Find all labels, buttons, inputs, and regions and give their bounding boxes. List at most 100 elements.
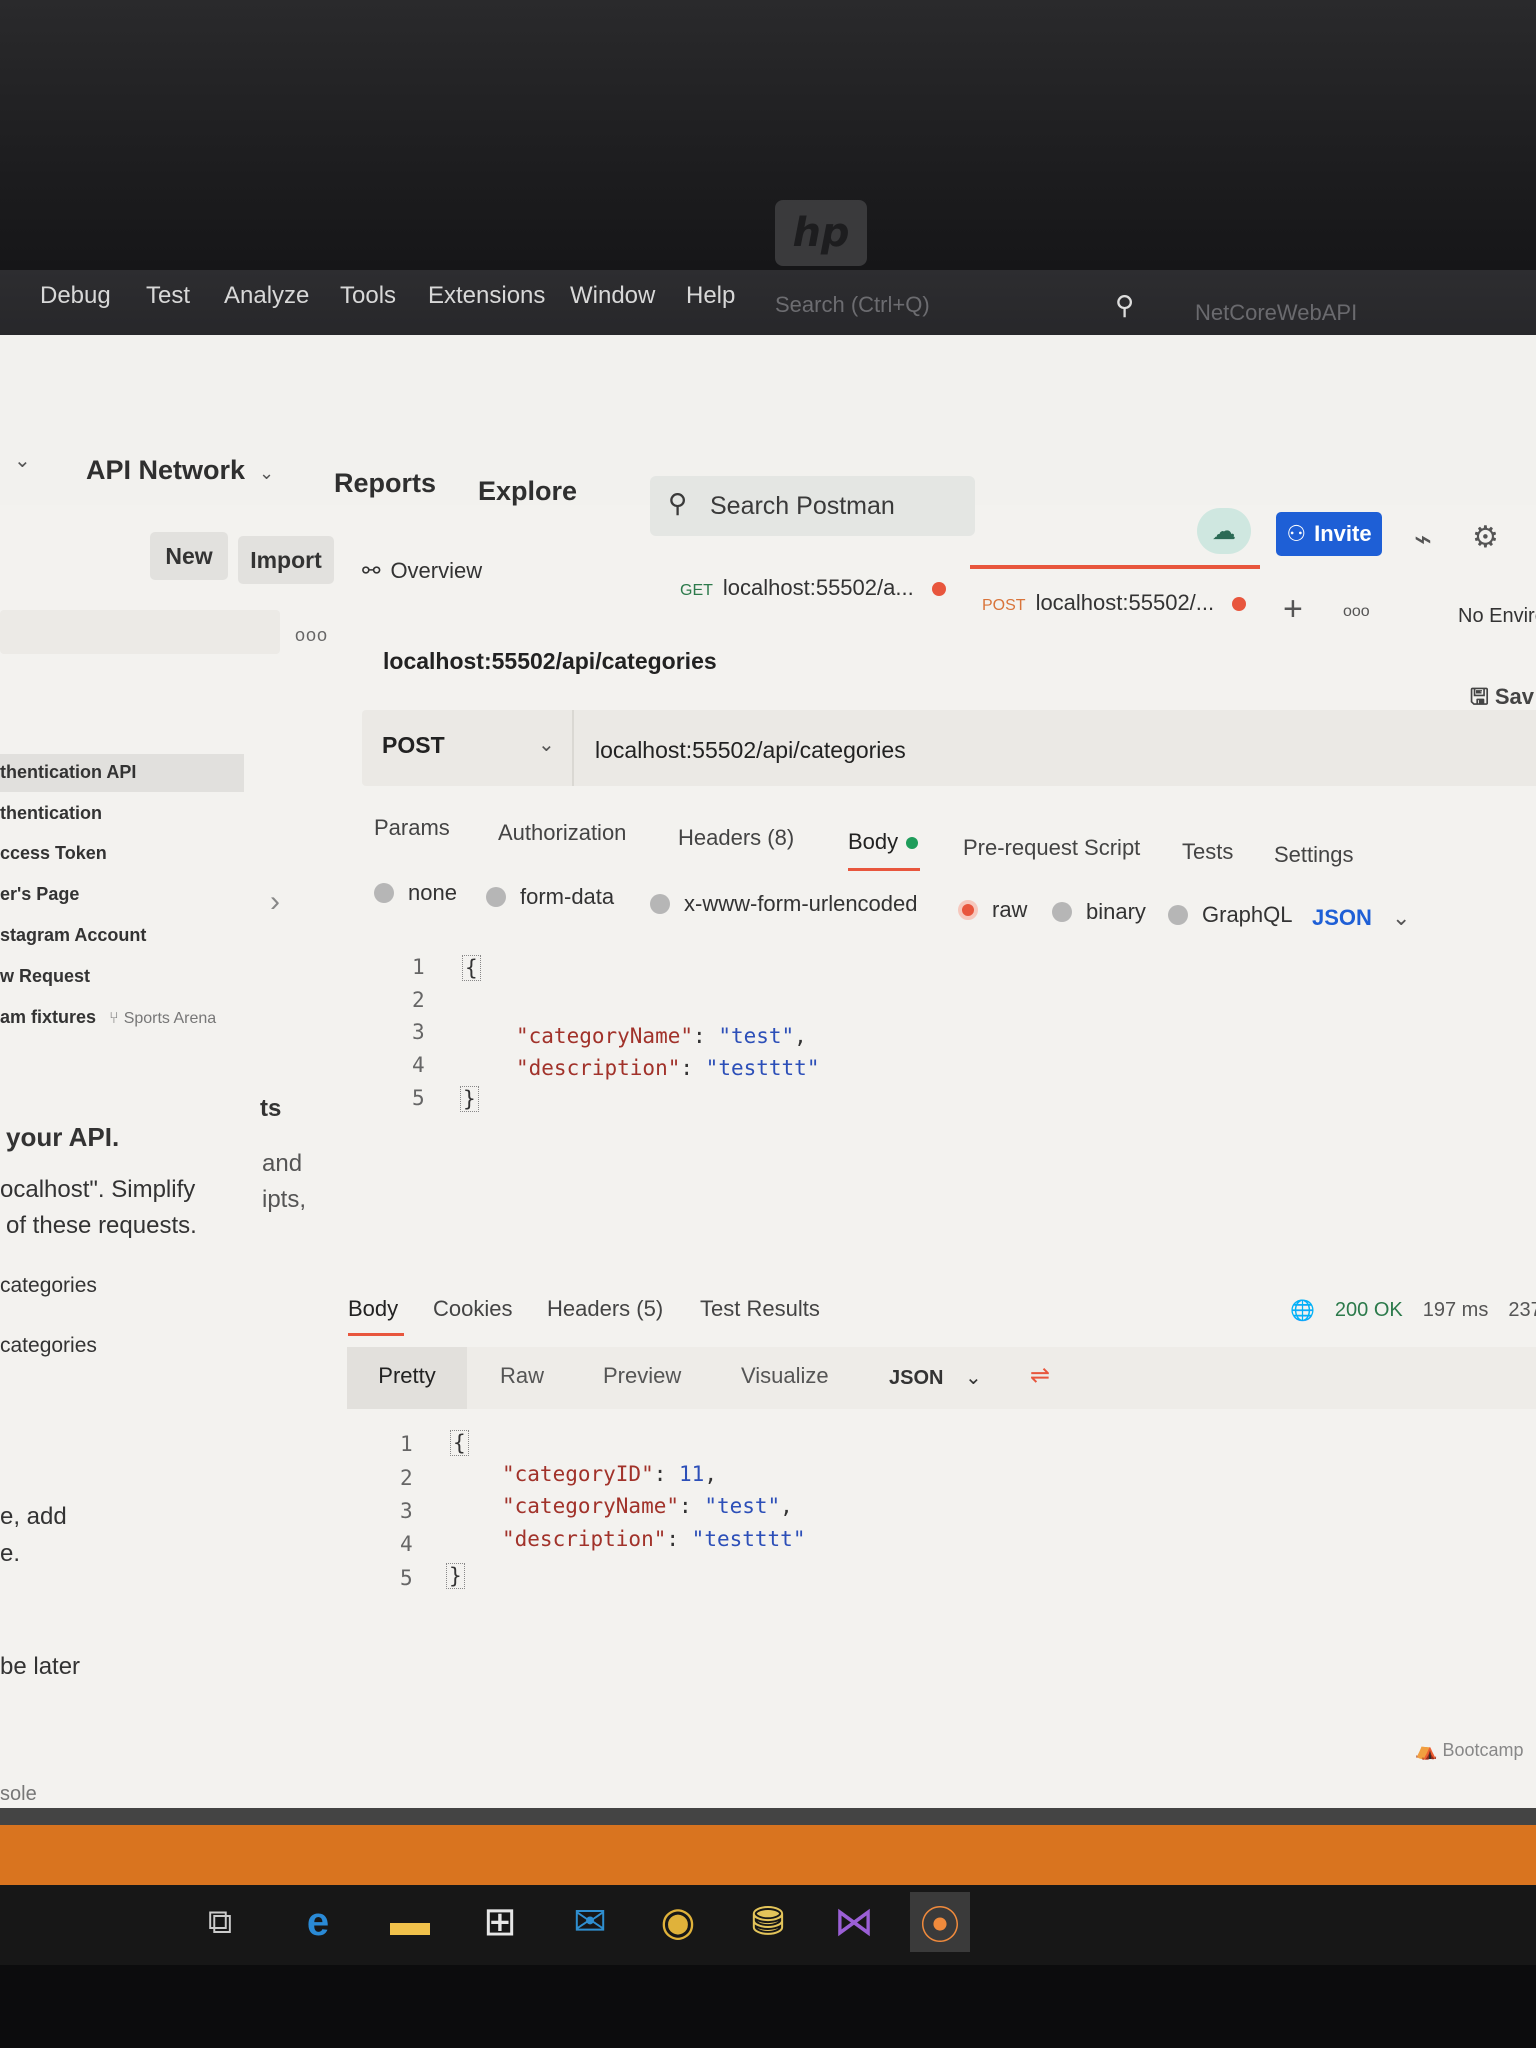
file-explorer-icon[interactable]: ▬ xyxy=(380,1892,440,1952)
sidebar-filter-input[interactable] xyxy=(0,610,280,654)
radio-icon xyxy=(486,887,506,907)
method-select[interactable]: POST xyxy=(382,732,445,759)
mail-icon[interactable]: ✉ xyxy=(560,1892,620,1952)
chevron-down-icon[interactable]: ⌄ xyxy=(538,732,555,757)
vs-search-input[interactable]: Search (Ctrl+Q) xyxy=(775,292,930,318)
chrome-icon[interactable]: ◉ xyxy=(648,1892,708,1952)
tab-pre-request-script[interactable]: Pre-request Script xyxy=(963,835,1140,861)
search-placeholder: Search Postman xyxy=(710,491,895,520)
save-label: Sav xyxy=(1494,684,1535,709)
invite-button[interactable]: ⚇ Invite xyxy=(1276,512,1382,556)
tab-settings[interactable]: Settings xyxy=(1274,842,1354,868)
fork-icon: ⑂ xyxy=(109,1010,119,1027)
environment-select[interactable]: No Enviro xyxy=(1458,605,1536,628)
globe-icon[interactable]: 🌐 xyxy=(1290,1298,1315,1323)
unsaved-dot xyxy=(931,582,946,597)
menu-help[interactable]: Help xyxy=(686,282,735,310)
task-view-icon[interactable]: ⧉ xyxy=(190,1892,250,1952)
bootcamp-icon: ⛺ xyxy=(1415,1740,1438,1760)
tab-overview[interactable]: ⚯ Overview xyxy=(362,558,482,584)
format-visualize[interactable]: Visualize xyxy=(741,1363,829,1389)
console-button[interactable]: sole xyxy=(0,1783,37,1806)
response-size[interactable]: 237 xyxy=(1508,1299,1536,1322)
wrap-lines-icon[interactable]: ⇌ xyxy=(1030,1361,1050,1390)
status-code[interactable]: 200 OK xyxy=(1335,1299,1403,1322)
tab-body[interactable]: Body xyxy=(848,829,919,855)
menu-tools[interactable]: Tools xyxy=(340,282,396,310)
response-tab-body[interactable]: Body xyxy=(348,1296,398,1322)
sidebar-item[interactable]: w Request xyxy=(0,966,90,987)
status-dot xyxy=(906,837,919,850)
more-options-icon[interactable]: ooo xyxy=(295,625,328,646)
postman-icon[interactable]: ⦿ xyxy=(910,1892,970,1952)
sidebar-item-fixtures[interactable]: am fixtures ⑂ Sports Arena xyxy=(0,1007,216,1028)
body-type-graphql[interactable]: GraphQL xyxy=(1168,902,1293,928)
json-key: "categoryName" xyxy=(516,1024,694,1048)
satellite-icon[interactable]: ⌁ xyxy=(1414,522,1432,557)
sidebar-item[interactable]: stagram Account xyxy=(0,925,146,946)
format-raw[interactable]: Raw xyxy=(500,1363,544,1389)
cloud-sync-icon[interactable]: ☁ xyxy=(1197,508,1251,554)
json-value: "test" xyxy=(704,1494,781,1518)
body-format-select[interactable]: JSON ⌄ xyxy=(1312,905,1410,931)
visual-studio-icon[interactable]: ⋈ xyxy=(824,1892,884,1952)
radio-label: none xyxy=(408,880,457,905)
menu-analyze[interactable]: Analyze xyxy=(224,282,309,310)
body-type-form-data[interactable]: form-data xyxy=(486,884,614,910)
code-line: "description": "testttt" xyxy=(502,1527,806,1551)
json-key: "categoryName" xyxy=(502,1494,680,1518)
tab-tests[interactable]: Tests xyxy=(1182,839,1233,865)
format-pretty[interactable]: Pretty xyxy=(347,1347,467,1409)
menu-debug[interactable]: Debug xyxy=(40,282,111,310)
menu-extensions[interactable]: Extensions xyxy=(428,282,545,310)
url-input[interactable]: localhost:55502/api/categories xyxy=(595,737,906,764)
chevron-down-icon[interactable]: ⌄ xyxy=(14,448,31,473)
body-type-none[interactable]: none xyxy=(374,880,457,906)
sql-server-icon[interactable]: ⛃ xyxy=(738,1892,798,1952)
response-format-select[interactable]: JSON ⌄ xyxy=(889,1365,982,1390)
json-brace: { xyxy=(450,1430,469,1456)
onboarding-link[interactable]: categories xyxy=(0,1274,97,1298)
store-icon[interactable]: ⊞ xyxy=(470,1892,530,1952)
search-postman-input[interactable]: ⚲ Search Postman xyxy=(650,476,975,536)
tab-params[interactable]: Params xyxy=(374,815,450,841)
gear-icon[interactable]: ⚙ xyxy=(1472,520,1499,555)
reports-link[interactable]: Reports xyxy=(334,468,436,499)
tab-headers[interactable]: Headers (8) xyxy=(678,825,794,851)
radio-label: GraphQL xyxy=(1202,902,1293,927)
onboarding-text: e. xyxy=(0,1540,21,1567)
sidebar-item[interactable]: thentication xyxy=(0,803,102,824)
body-type-binary[interactable]: binary xyxy=(1052,899,1146,925)
format-preview[interactable]: Preview xyxy=(603,1363,681,1389)
response-tab-test-results[interactable]: Test Results xyxy=(700,1296,820,1322)
explore-link[interactable]: Explore xyxy=(478,476,577,507)
more-tabs-icon[interactable]: ooo xyxy=(1343,603,1370,621)
body-type-urlencoded[interactable]: x-www-form-urlencoded xyxy=(650,891,918,917)
bootcamp-link[interactable]: ⛺ Bootcamp xyxy=(1415,1740,1523,1761)
onboarding-text: e, add xyxy=(0,1503,67,1530)
edge-icon[interactable]: e xyxy=(288,1892,348,1952)
radio-label: binary xyxy=(1086,899,1146,924)
tab-authorization[interactable]: Authorization xyxy=(498,820,626,846)
new-tab-icon[interactable]: + xyxy=(1283,590,1303,629)
import-button[interactable]: Import xyxy=(238,536,334,584)
tab-post-request[interactable]: POST localhost:55502/... xyxy=(982,590,1247,616)
chevron-right-icon[interactable]: › xyxy=(270,885,280,919)
menu-test[interactable]: Test xyxy=(146,282,190,310)
onboarding-link[interactable]: categories xyxy=(0,1334,97,1358)
tab-get-request[interactable]: GET localhost:55502/a... xyxy=(680,575,946,601)
request-title[interactable]: localhost:55502/api/categories xyxy=(383,648,717,675)
menu-window[interactable]: Window xyxy=(570,282,655,310)
search-icon[interactable]: ⚲ xyxy=(1115,290,1134,321)
workspace-menu[interactable]: API Network ⌄ xyxy=(86,455,274,486)
body-type-raw[interactable]: raw xyxy=(958,897,1027,923)
response-tab-cookies[interactable]: Cookies xyxy=(433,1296,512,1322)
tab-label: Overview xyxy=(390,558,483,583)
response-tab-headers[interactable]: Headers (5) xyxy=(547,1296,663,1322)
sidebar-item[interactable]: er's Page xyxy=(0,884,79,905)
response-time[interactable]: 197 ms xyxy=(1423,1299,1489,1322)
new-button[interactable]: New xyxy=(150,532,228,580)
response-format-bar: Pretty Raw Preview Visualize JSON ⌄ ⇌ xyxy=(347,1347,1536,1409)
sidebar-item[interactable]: ccess Token xyxy=(0,843,107,864)
sidebar-item-auth-api[interactable]: thentication API xyxy=(0,754,244,792)
